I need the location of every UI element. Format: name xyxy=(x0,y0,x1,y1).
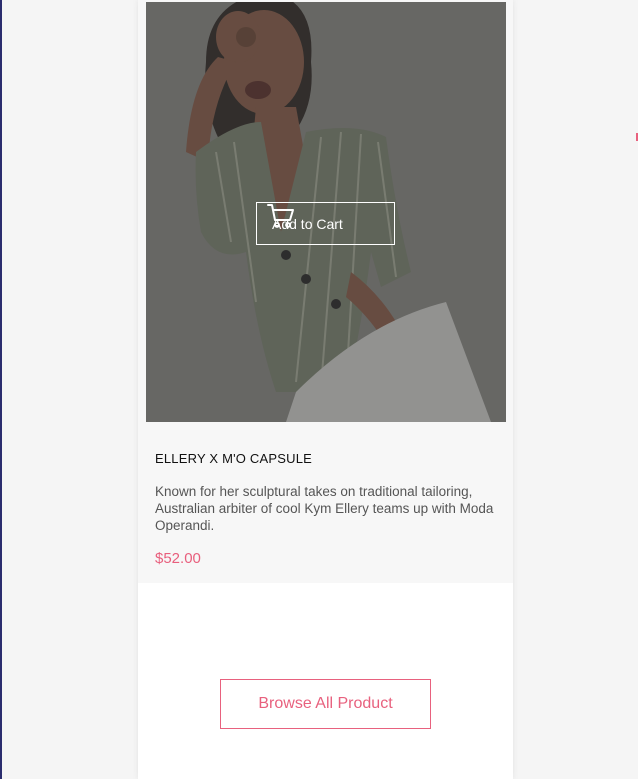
product-card[interactable]: Add to Cart ELLERY X M'O CAPSULE Known f… xyxy=(138,0,513,583)
product-image[interactable]: Add to Cart xyxy=(146,2,506,422)
browse-all-product-button[interactable]: Browse All Product xyxy=(220,679,431,729)
product-description: Known for her sculptural takes on tradit… xyxy=(155,484,494,533)
add-to-cart-button[interactable]: Add to Cart xyxy=(256,202,395,245)
product-title[interactable]: ELLERY X M'O CAPSULE xyxy=(155,451,312,466)
content-column: Add to Cart ELLERY X M'O CAPSULE Known f… xyxy=(138,0,513,779)
product-price: $52.00 xyxy=(155,550,201,567)
shopping-cart-icon xyxy=(267,204,294,228)
window-edge xyxy=(0,0,2,779)
